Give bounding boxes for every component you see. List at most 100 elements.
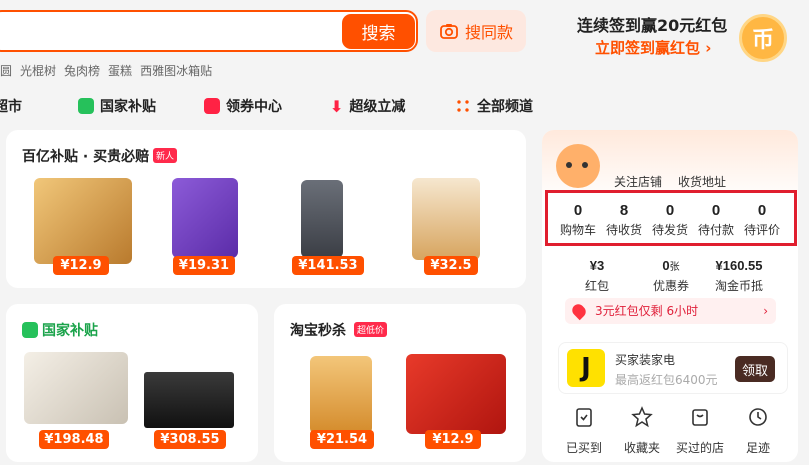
quick-link-label: 买过的店 [675, 441, 724, 455]
quick-link-favorites[interactable]: 收藏夹 [612, 406, 672, 456]
stat-value: 0 [711, 202, 721, 219]
subsidy-card[interactable]: 百亿补贴 · 买贵必赔 新人 ¥12.9 ¥19.31 ¥141.53 ¥32.… [6, 130, 526, 288]
product-image [301, 180, 343, 258]
asset-value: ¥160.55 [715, 258, 763, 273]
card-title: 淘宝秒杀 [290, 323, 346, 339]
nav-label: 超级立减 [349, 99, 406, 115]
nav-label: 领券中心 [226, 99, 282, 115]
grid-icon [455, 98, 471, 114]
asset-redpack[interactable]: ¥3 红包 [562, 258, 632, 294]
user-panel: 关注店铺 收货地址 ¥3 红包 0张 优惠券 ¥160.55 淘金币抵 3元红包… [542, 130, 798, 462]
nav-item-coupon[interactable]: 领券中心 [204, 96, 282, 116]
hot-word[interactable]: 西雅图冰箱贴 [140, 62, 212, 79]
quick-link-stores[interactable]: 买过的店 [670, 406, 730, 456]
stat-to-receive[interactable]: 8 待收货 [602, 202, 646, 238]
nav-item-supermarket[interactable]: 超市 [0, 96, 22, 116]
stat-value: 0 [573, 202, 583, 219]
nav-label: 国家补贴 [100, 99, 156, 115]
national-subsidy-card[interactable]: 国家补贴 ¥198.48 ¥308.55 [6, 304, 258, 462]
asset-label: 优惠券 [652, 279, 689, 293]
signin-title: 连续签到赢20元红包 [577, 16, 728, 35]
flash-sale-card[interactable]: 淘宝秒杀 超低价 ¥21.54 ¥12.9 [274, 304, 526, 462]
nav-label: 全部频道 [477, 99, 533, 115]
low-price-badge: 超低价 [354, 322, 388, 337]
national-subsidy-icon [22, 322, 38, 338]
promo-subtitle: 最高返红包6400元 [615, 373, 718, 387]
stat-to-review[interactable]: 0 待评价 [740, 202, 784, 238]
clipboard-icon [576, 408, 592, 427]
promo-title: 买家装家电 [615, 353, 676, 367]
store-icon [692, 409, 708, 426]
coin-icon[interactable]: 币 [739, 14, 787, 62]
star-icon [631, 406, 653, 428]
product-image [24, 352, 128, 424]
image-search-label: 搜同款 [464, 23, 513, 42]
claim-button[interactable]: 领取 [735, 356, 775, 382]
chevron-right-icon: › [763, 304, 768, 318]
hot-word[interactable]: 圆 [0, 62, 12, 79]
coupon-icon [204, 98, 220, 114]
image-search-button[interactable]: 搜同款 [426, 10, 526, 52]
quick-link-footprint[interactable]: 足迹 [728, 406, 788, 456]
hot-words: 圆 光棍树 兔肉榜 蛋糕 西雅图冰箱贴 [0, 62, 212, 79]
card-title: 百亿补贴 · 买贵必赔 [22, 149, 150, 165]
stat-to-pay[interactable]: 0 待付款 [694, 202, 738, 238]
product-price: ¥141.53 [292, 256, 364, 275]
product-price: ¥21.54 [310, 430, 374, 449]
stat-label: 购物车 [559, 223, 596, 237]
stat-cart[interactable]: 0 购物车 [556, 202, 600, 238]
asset-coupon[interactable]: 0张 优惠券 [636, 258, 706, 294]
avatar[interactable] [556, 144, 600, 188]
redpack-text: 3元红包仅剩 6小时 [595, 304, 699, 318]
hot-word[interactable]: 兔肉榜 [64, 62, 100, 79]
product-price: ¥12.9 [425, 430, 481, 449]
stat-value: 8 [619, 202, 629, 219]
product-image [34, 178, 132, 264]
follow-store-link[interactable]: 关注店铺 [614, 173, 662, 190]
jd-logo: J [567, 349, 605, 387]
quick-link-label: 收藏夹 [623, 441, 660, 455]
channel-nav: 超市 国家补贴 领券中心 ⬇ 超级立减 全部频道 [0, 96, 540, 116]
product-price: ¥12.9 [53, 256, 109, 275]
redpack-notice[interactable]: 3元红包仅剩 6小时 › [565, 298, 776, 324]
asset-unit: 张 [669, 262, 680, 273]
appliance-promo-card[interactable]: J 买家装家电 最高返红包6400元 领取 [558, 342, 788, 394]
stat-label: 待收货 [605, 223, 642, 237]
quick-link-bought[interactable]: 已买到 [554, 406, 614, 456]
nav-label: 超市 [0, 99, 22, 115]
card-title: 国家补贴 [42, 323, 98, 339]
address-link[interactable]: 收货地址 [678, 173, 726, 190]
signin-link[interactable]: 立即签到赢红包 › [595, 37, 711, 58]
quick-link-label: 足迹 [745, 441, 770, 455]
product-price: ¥32.5 [424, 256, 478, 275]
nav-item-super-discount[interactable]: ⬇ 超级立减 [330, 96, 405, 116]
hot-word[interactable]: 光棍树 [20, 62, 56, 79]
quick-link-label: 已买到 [565, 441, 602, 455]
asset-value: ¥3 [589, 258, 605, 273]
nav-item-national-subsidy[interactable]: 国家补贴 [78, 96, 156, 116]
clock-icon [749, 408, 767, 426]
stat-label: 待付款 [697, 223, 734, 237]
stat-to-ship[interactable]: 0 待发货 [648, 202, 692, 238]
product-price: ¥308.55 [154, 430, 226, 449]
new-user-badge: 新人 [153, 148, 178, 163]
product-image [412, 178, 480, 260]
product-price: ¥198.48 [39, 430, 109, 449]
asset-taojinbi[interactable]: ¥160.55 淘金币抵 [704, 258, 774, 294]
down-arrow-icon: ⬇ [330, 96, 344, 116]
nav-item-all-channels[interactable]: 全部频道 [455, 96, 533, 116]
stat-value: 0 [665, 202, 675, 219]
product-image [406, 354, 506, 434]
asset-value: 0 [662, 258, 670, 273]
camera-icon [440, 24, 458, 39]
product-price: ¥19.31 [173, 256, 235, 275]
order-stats: 0 购物车 8 待收货 0 待发货 0 待付款 0 待评价 [545, 190, 797, 246]
asset-label: 红包 [584, 279, 609, 293]
asset-label: 淘金币抵 [714, 279, 763, 293]
hot-word[interactable]: 蛋糕 [108, 62, 132, 79]
stat-label: 待发货 [651, 223, 688, 237]
product-image [310, 356, 372, 434]
stat-label: 待评价 [743, 223, 780, 237]
stat-value: 0 [757, 202, 767, 219]
search-button[interactable]: 搜索 [342, 14, 415, 49]
